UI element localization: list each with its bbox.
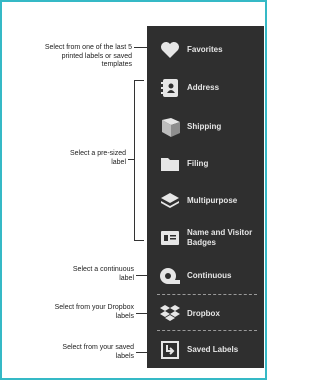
callout-line xyxy=(136,275,147,276)
menu-item-saved-labels[interactable]: Saved Labels xyxy=(147,338,264,362)
menu-item-multipurpose[interactable]: Multipurpose xyxy=(147,189,264,213)
callout-bracket xyxy=(134,80,135,240)
screenshot-frame: Favorites Address Shipping Filing Multip… xyxy=(0,0,267,380)
annotation-favorites: Select from one of the last 5 printed la… xyxy=(44,44,132,68)
menu-item-address[interactable]: Address xyxy=(147,76,264,100)
menu-item-name-badges[interactable]: Name and Visitor Badges xyxy=(147,224,264,252)
menu-item-favorites[interactable]: Favorites xyxy=(147,38,264,62)
label-category-sidebar: Favorites Address Shipping Filing Multip… xyxy=(147,26,264,368)
menu-item-label: Saved Labels xyxy=(187,345,239,354)
callout-line xyxy=(134,47,147,48)
callout-line xyxy=(136,352,147,353)
folder-icon xyxy=(159,153,181,175)
annotation-saved: Select from your saved labels xyxy=(62,344,134,360)
saved-labels-icon xyxy=(159,339,181,361)
annotation-presized: Select a pre-sized label xyxy=(69,150,126,166)
annotation-dropbox: Select from your Dropbox labels xyxy=(54,304,134,320)
menu-item-label: Shipping xyxy=(187,122,222,131)
menu-item-label: Address xyxy=(187,83,220,92)
badge-icon xyxy=(159,227,181,249)
tape-roll-icon xyxy=(159,265,181,287)
box-icon xyxy=(159,116,181,138)
callout-bracket xyxy=(134,240,144,241)
menu-item-shipping[interactable]: Shipping xyxy=(147,114,264,140)
heart-icon xyxy=(159,39,181,61)
layers-icon xyxy=(159,190,181,212)
callout-bracket xyxy=(134,80,144,81)
menu-item-label: Continuous xyxy=(187,271,232,280)
menu-divider xyxy=(157,294,257,295)
menu-item-label: Favorites xyxy=(187,45,223,54)
menu-item-label: Filing xyxy=(187,159,209,168)
menu-divider xyxy=(157,330,257,331)
menu-item-label: Name and Visitor Badges xyxy=(187,228,253,247)
annotation-continuous: Select a continuous label xyxy=(72,266,134,282)
callout-line xyxy=(136,313,147,314)
menu-item-label: Multipurpose xyxy=(187,196,238,205)
menu-item-dropbox[interactable]: Dropbox xyxy=(147,302,264,326)
menu-item-continuous[interactable]: Continuous xyxy=(147,264,264,288)
menu-item-label: Dropbox xyxy=(187,309,220,318)
address-book-icon xyxy=(159,77,181,99)
callout-line xyxy=(128,159,134,160)
dropbox-icon xyxy=(159,303,181,325)
menu-item-filing[interactable]: Filing xyxy=(147,152,264,176)
